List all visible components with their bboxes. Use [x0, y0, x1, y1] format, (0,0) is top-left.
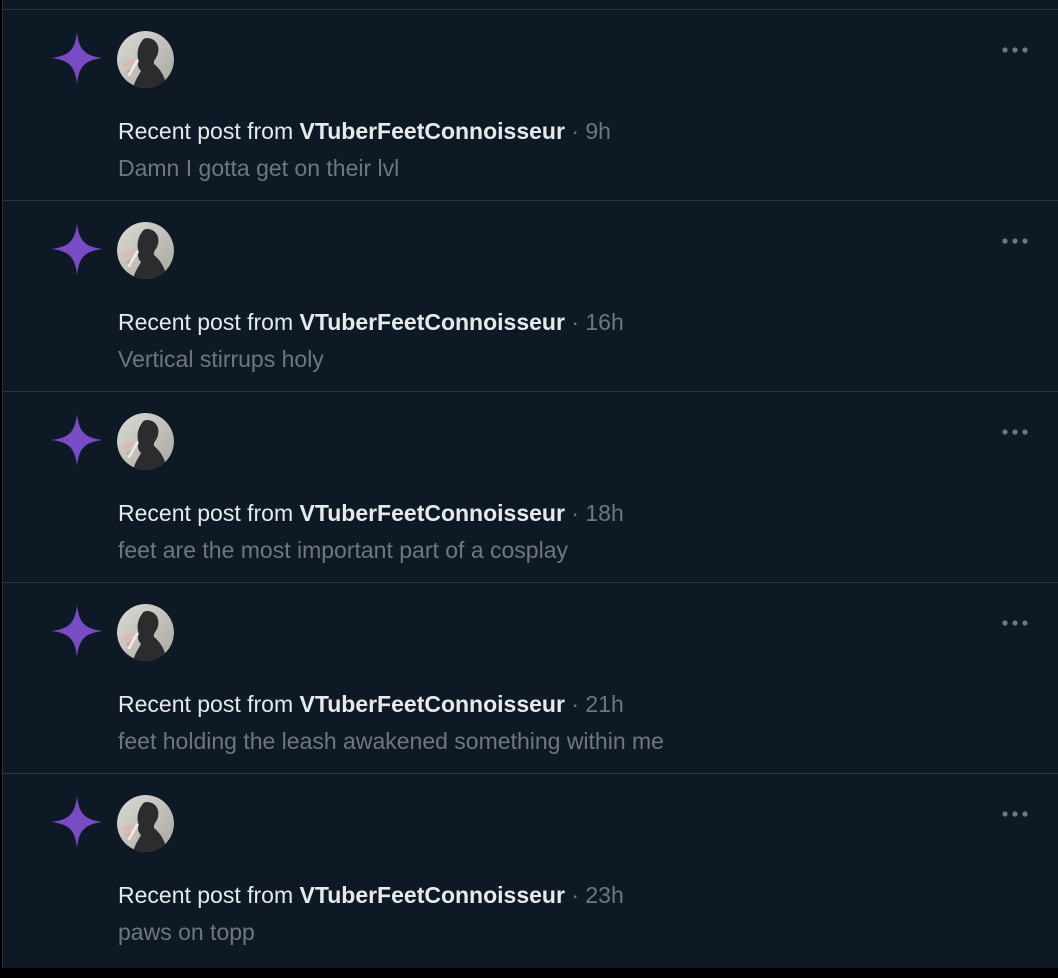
sparkle-star-icon	[50, 31, 104, 85]
headline-prefix: Recent post from	[118, 118, 294, 144]
avatar[interactable]	[117, 222, 174, 279]
notification-headline: Recent post from VTuberFeetConnoisseur ·…	[118, 116, 611, 146]
timestamp[interactable]: 9h	[585, 118, 611, 144]
sparkle-star-icon	[50, 222, 104, 276]
notification-item[interactable]: Recent post from VTuberFeetConnoisseur ·…	[3, 201, 1058, 392]
headline-prefix: Recent post from	[118, 691, 294, 717]
username-link[interactable]: VTuberFeetConnoisseur	[300, 500, 565, 526]
avatar[interactable]	[117, 31, 174, 88]
notification-headline: Recent post from VTuberFeetConnoisseur ·…	[118, 307, 624, 337]
headline-prefix: Recent post from	[118, 309, 294, 335]
timestamp[interactable]: 16h	[585, 309, 623, 335]
previous-item-edge	[3, 0, 1058, 10]
timestamp[interactable]: 21h	[585, 691, 623, 717]
avatar[interactable]	[117, 604, 174, 661]
more-options-icon[interactable]	[998, 804, 1032, 824]
separator-dot: ·	[571, 500, 579, 526]
username-link[interactable]: VTuberFeetConnoisseur	[300, 118, 565, 144]
sparkle-star-icon	[50, 795, 104, 849]
star-shape	[51, 223, 103, 275]
post-preview-text[interactable]: paws on topp	[118, 917, 255, 947]
timestamp[interactable]: 18h	[585, 500, 623, 526]
headline-prefix: Recent post from	[118, 882, 294, 908]
notification-feed: Recent post from VTuberFeetConnoisseur ·…	[2, 0, 1058, 968]
post-preview-text[interactable]: feet holding the leash awakened somethin…	[118, 726, 664, 756]
username-link[interactable]: VTuberFeetConnoisseur	[300, 691, 565, 717]
avatar[interactable]	[117, 413, 174, 470]
headline-prefix: Recent post from	[118, 500, 294, 526]
separator-dot: ·	[571, 309, 579, 335]
timestamp[interactable]: 23h	[585, 882, 623, 908]
notification-headline: Recent post from VTuberFeetConnoisseur ·…	[118, 880, 624, 910]
notification-item[interactable]: Recent post from VTuberFeetConnoisseur ·…	[3, 583, 1058, 774]
notification-item[interactable]: Recent post from VTuberFeetConnoisseur ·…	[3, 774, 1058, 965]
separator-dot: ·	[571, 882, 579, 908]
notification-item[interactable]: Recent post from VTuberFeetConnoisseur ·…	[3, 392, 1058, 583]
notification-item[interactable]: Recent post from VTuberFeetConnoisseur ·…	[3, 10, 1058, 201]
star-shape	[51, 605, 103, 657]
more-options-icon[interactable]	[998, 422, 1032, 442]
post-preview-text[interactable]: Vertical stirrups holy	[118, 344, 324, 374]
more-options-icon[interactable]	[998, 231, 1032, 251]
username-link[interactable]: VTuberFeetConnoisseur	[300, 309, 565, 335]
star-shape	[51, 796, 103, 848]
notification-headline: Recent post from VTuberFeetConnoisseur ·…	[118, 498, 624, 528]
sparkle-star-icon	[50, 413, 104, 467]
notification-list: Recent post from VTuberFeetConnoisseur ·…	[3, 10, 1058, 965]
star-shape	[51, 32, 103, 84]
username-link[interactable]: VTuberFeetConnoisseur	[300, 882, 565, 908]
sparkle-star-icon	[50, 604, 104, 658]
more-options-icon[interactable]	[998, 613, 1032, 633]
separator-dot: ·	[571, 118, 579, 144]
avatar[interactable]	[117, 795, 174, 852]
post-preview-text[interactable]: Damn I gotta get on their lvl	[118, 153, 399, 183]
separator-dot: ·	[571, 691, 579, 717]
notification-headline: Recent post from VTuberFeetConnoisseur ·…	[118, 689, 624, 719]
post-preview-text[interactable]: feet are the most important part of a co…	[118, 535, 568, 565]
more-options-icon[interactable]	[998, 40, 1032, 60]
star-shape	[51, 414, 103, 466]
